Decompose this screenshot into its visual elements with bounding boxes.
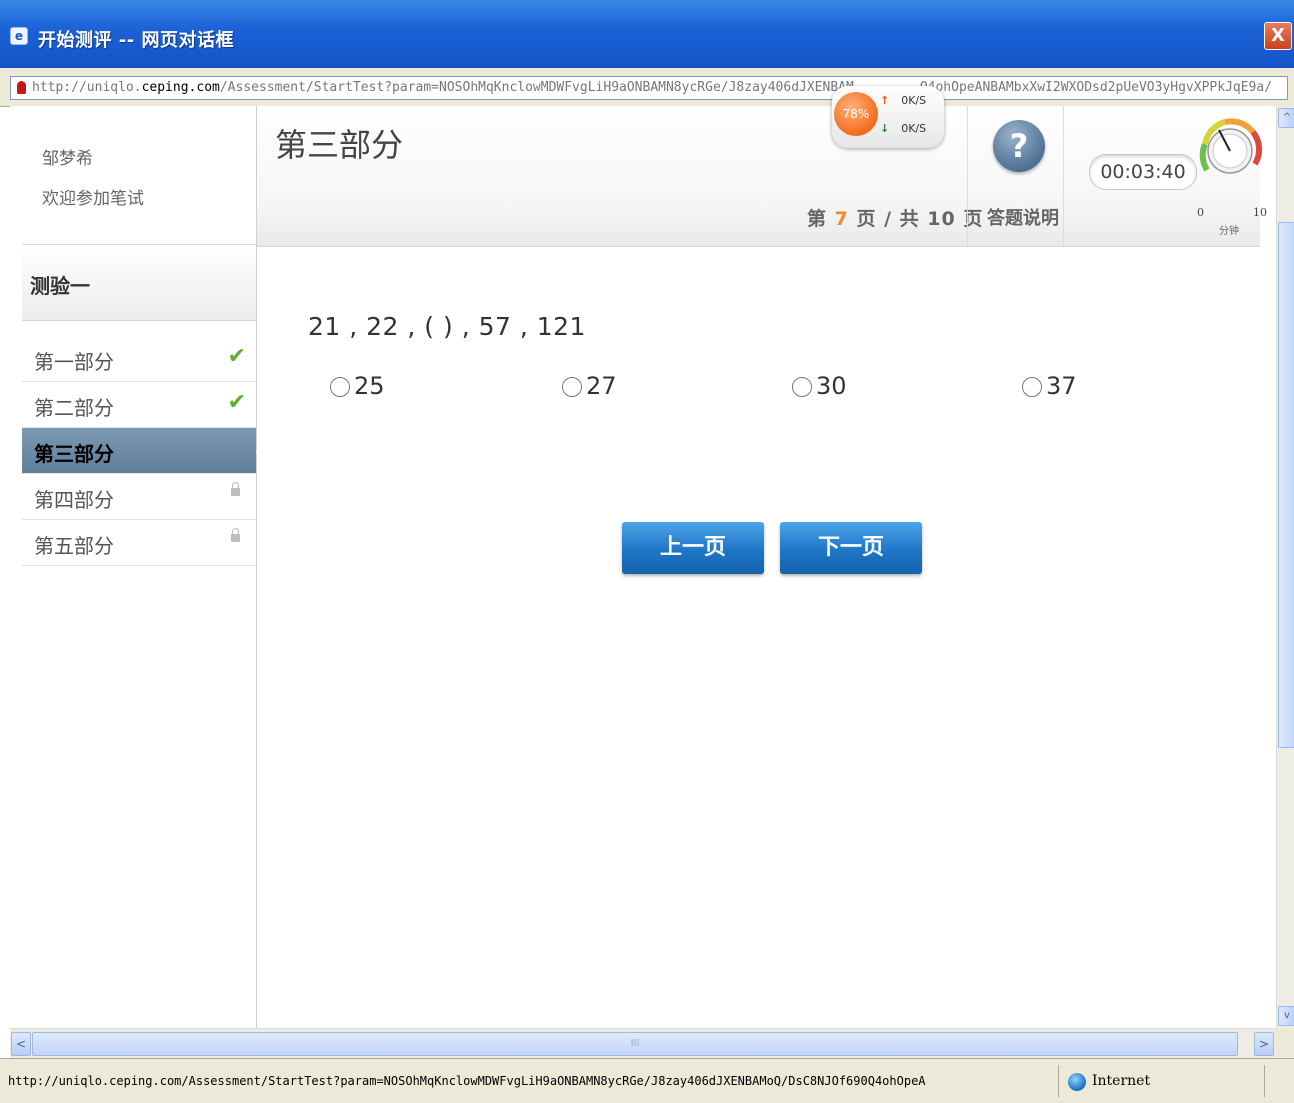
check-icon: ✔ — [227, 344, 246, 369]
lock-icon — [231, 528, 240, 542]
user-name: 邹梦希 — [42, 149, 93, 169]
next-page-button[interactable]: 下一页 — [780, 522, 922, 574]
download-rate-row: ↓ 0K/S — [880, 122, 926, 135]
divider — [1058, 1065, 1059, 1097]
page-prefix: 第 — [807, 208, 835, 230]
option-label: 37 — [1046, 372, 1077, 400]
window-title-bar: e 开始测评 -- 网页对话框 X — [0, 0, 1294, 68]
sidebar-item-part-2[interactable]: 第二部分 ✔ — [22, 382, 256, 428]
help-button[interactable]: 答题说明 — [987, 204, 1059, 230]
divider — [1063, 106, 1064, 246]
window-title: 开始测评 -- 网页对话框 — [38, 30, 234, 51]
scroll-left-icon[interactable]: < — [11, 1032, 31, 1056]
part-title: 第三部分 — [275, 126, 404, 164]
page-suffix: 页 — [955, 208, 984, 230]
page-content: 邹梦希 欢迎参加笔试 测验一 第一部分 ✔ 第二部分 ✔ 第三部分 第四部分 第… — [10, 106, 1276, 1028]
divider — [967, 106, 968, 246]
url-prefix: http://uniqlo. — [32, 80, 142, 95]
horizontal-scrollbar[interactable]: < III > — [10, 1028, 1276, 1059]
option-a[interactable]: 25 — [330, 372, 385, 400]
network-speed-widget[interactable]: 78% ↑ 0K/S ↓ 0K/S — [832, 86, 944, 148]
countdown-timer: 00:03:40 — [1089, 154, 1197, 190]
security-icon — [17, 81, 26, 94]
sidebar-item-part-5[interactable]: 第五部分 — [22, 520, 256, 566]
help-icon[interactable]: ? — [993, 120, 1045, 172]
url-host: ceping.com — [141, 80, 220, 95]
scroll-right-icon[interactable]: > — [1254, 1032, 1274, 1056]
prev-page-button[interactable]: 上一页 — [622, 522, 764, 574]
sidebar-item-part-1[interactable]: 第一部分 ✔ — [22, 336, 256, 382]
test-name-header: 测验一 — [22, 246, 256, 321]
section-label: 第五部分 — [34, 534, 114, 558]
gauge-min: 0 — [1197, 206, 1204, 219]
vertical-scroll-thumb[interactable] — [1278, 222, 1294, 748]
upload-rate: 0K/S — [901, 94, 927, 107]
header-band: 第三部分 第 7 页 / 共 10 页 ? 答题说明 00:03:40 0 10… — [257, 106, 1267, 247]
gauge-max: 10 — [1253, 206, 1267, 219]
url-field[interactable]: http://uniqlo.ceping.com/Assessment/Star… — [10, 76, 1288, 100]
status-bar: http://uniqlo.ceping.com/Assessment/Star… — [0, 1058, 1294, 1103]
radio-icon[interactable] — [330, 377, 350, 397]
section-label: 第三部分 — [34, 442, 114, 466]
sidebar-item-part-3[interactable]: 第三部分 — [22, 428, 270, 474]
status-url: http://uniqlo.ceping.com/Assessment/Star… — [8, 1074, 926, 1088]
user-box: 邹梦希 欢迎参加笔试 — [22, 106, 256, 245]
section-label: 第二部分 — [34, 396, 114, 420]
test-name: 测验一 — [30, 274, 90, 298]
radio-icon[interactable] — [562, 377, 582, 397]
close-button[interactable]: X — [1264, 22, 1292, 50]
vertical-scrollbar[interactable]: ^ v — [1276, 106, 1294, 1028]
sidebar: 邹梦希 欢迎参加笔试 测验一 第一部分 ✔ 第二部分 ✔ 第三部分 第四部分 第… — [22, 106, 270, 1028]
ie-page-icon: e — [10, 27, 28, 45]
sidebar-item-part-4[interactable]: 第四部分 — [22, 474, 256, 520]
download-arrow-icon: ↓ — [880, 122, 890, 135]
divider — [1264, 1065, 1265, 1097]
page-indicator: 第 7 页 / 共 10 页 — [807, 204, 983, 231]
radio-icon[interactable] — [792, 377, 812, 397]
section-label: 第四部分 — [34, 488, 114, 512]
globe-icon — [1068, 1073, 1086, 1091]
section-label: 第一部分 — [34, 350, 114, 374]
url-path: /Assessment/StartTest?param=NOSOhMqKnclo… — [219, 80, 854, 95]
gauge-unit: 分钟 — [1219, 226, 1239, 237]
timer-gauge-icon — [1199, 118, 1263, 174]
page-middle: 页 / 共 — [848, 208, 928, 230]
option-d[interactable]: 37 — [1022, 372, 1077, 400]
scroll-up-icon[interactable]: ^ — [1278, 108, 1294, 128]
horizontal-scroll-thumb[interactable]: III — [32, 1032, 1238, 1056]
lock-icon — [231, 482, 240, 496]
option-label: 27 — [586, 372, 617, 400]
page-current: 7 — [834, 208, 849, 230]
scroll-down-icon[interactable]: v — [1278, 1006, 1294, 1026]
option-b[interactable]: 27 — [562, 372, 617, 400]
check-icon: ✔ — [227, 390, 246, 415]
scroll-corner — [1276, 1028, 1294, 1058]
welcome-text: 欢迎参加笔试 — [42, 189, 144, 209]
radio-icon[interactable] — [1022, 377, 1042, 397]
option-label: 25 — [354, 372, 385, 400]
upload-arrow-icon: ↑ — [880, 94, 890, 107]
cpu-percent: 78% — [834, 92, 878, 136]
question-text: 21 , 22 , ( ) , 57 , 121 — [308, 312, 586, 341]
address-bar: http://uniqlo.ceping.com/Assessment/Star… — [0, 68, 1294, 107]
page-total: 10 — [927, 208, 956, 230]
option-label: 30 — [816, 372, 847, 400]
security-zone: Internet — [1092, 1073, 1151, 1089]
upload-rate-row: ↑ 0K/S — [880, 94, 926, 107]
option-c[interactable]: 30 — [792, 372, 847, 400]
download-rate: 0K/S — [901, 122, 927, 135]
url-tail: Q4ohOpeANBAMbxXwI2WXODsd2pUeVO3yHgvXPPkJ… — [919, 80, 1273, 95]
